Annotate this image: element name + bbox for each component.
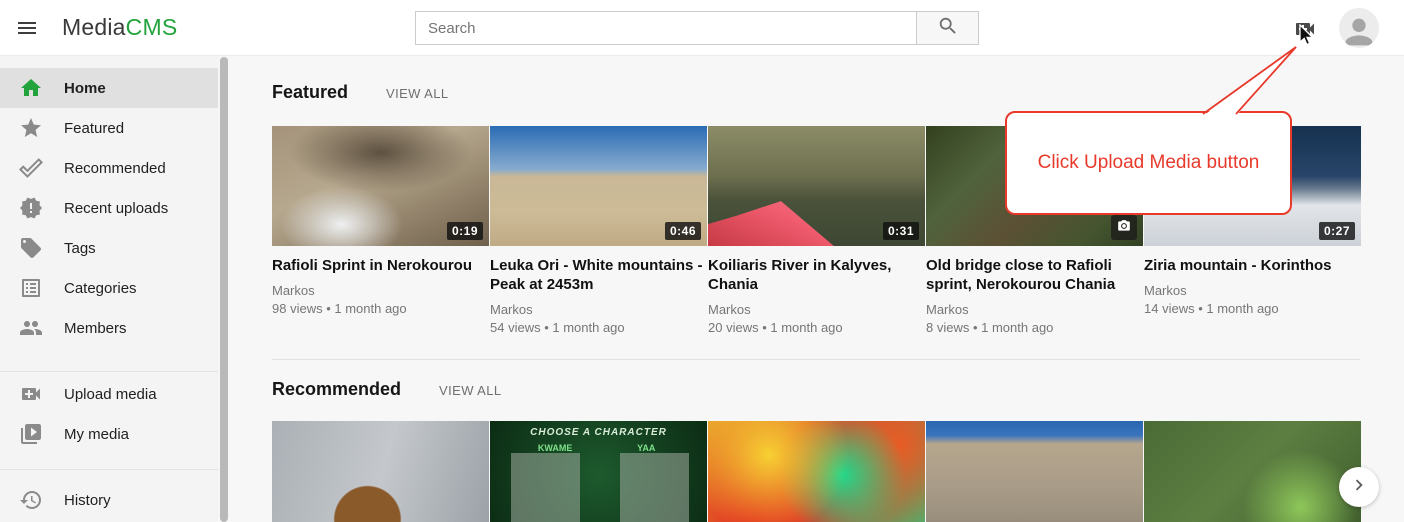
video-author[interactable]: Markos xyxy=(272,283,489,298)
video-card[interactable] xyxy=(926,421,1143,522)
app-logo[interactable]: MediaCMS xyxy=(62,14,177,41)
recommended-row: CHOOSE A CHARACTER KWAME YAA Selected Se… xyxy=(272,421,1360,522)
sidebar-divider xyxy=(0,371,218,372)
sidebar-item-tags[interactable]: Tags xyxy=(0,228,218,268)
tooltip-text: Click Upload Media button xyxy=(1038,152,1260,174)
sidebar-divider xyxy=(0,469,218,470)
duration-badge: 0:46 xyxy=(665,222,701,240)
section-title: Featured xyxy=(272,82,348,103)
sidebar-item-label: My media xyxy=(64,426,129,443)
photo-camera-icon xyxy=(1111,215,1137,240)
sidebar-item-label: Recommended xyxy=(64,160,166,177)
video-title[interactable]: Ziria mountain - Korinthos xyxy=(1144,256,1361,275)
video-thumbnail[interactable] xyxy=(272,421,489,522)
video-author[interactable]: Markos xyxy=(490,302,707,317)
people-icon xyxy=(19,316,43,340)
thumbnail-text: KWAME xyxy=(520,443,589,453)
video-card[interactable]: CHOOSE A CHARACTER KWAME YAA Selected Se… xyxy=(490,421,707,522)
video-meta: 98 views • 1 month ago xyxy=(272,301,489,316)
duration-badge: 0:31 xyxy=(883,222,919,240)
video-card[interactable]: 0:46 Leuka Ori - White mountains - Peak … xyxy=(490,126,707,335)
sidebar-item-featured[interactable]: Featured xyxy=(0,108,218,148)
video-thumbnail[interactable]: 0:46 xyxy=(490,126,707,246)
duration-badge: 0:27 xyxy=(1319,222,1355,240)
person-icon xyxy=(1339,12,1379,48)
sidebar-item-categories[interactable]: Categories xyxy=(0,268,218,308)
sidebar-item-members[interactable]: Members xyxy=(0,308,218,348)
search-button[interactable] xyxy=(916,11,979,45)
video-card[interactable] xyxy=(708,421,925,522)
search-bar xyxy=(415,11,979,45)
sidebar-item-recent-uploads[interactable]: Recent uploads xyxy=(0,188,218,228)
video-meta: 14 views • 1 month ago xyxy=(1144,301,1361,316)
carousel-next-button[interactable] xyxy=(1339,467,1379,507)
sidebar-item-label: Featured xyxy=(64,120,124,137)
sidebar-item-label: Recent uploads xyxy=(64,200,168,217)
video-card[interactable]: 0:31 Koiliaris River in Kalyves, Chania … xyxy=(708,126,925,335)
star-icon xyxy=(19,116,43,140)
video-title[interactable]: Leuka Ori - White mountains - Peak at 24… xyxy=(490,256,707,294)
sidebar-item-label: Home xyxy=(64,80,106,97)
video-thumbnail[interactable]: 0:19 xyxy=(272,126,489,246)
video-title[interactable]: Koiliaris River in Kalyves, Chania xyxy=(708,256,925,294)
chevron-right-icon xyxy=(1348,474,1370,501)
logo-media: Media xyxy=(62,14,126,40)
thumbnail-text: YAA xyxy=(612,443,681,453)
check-icon xyxy=(19,156,43,180)
new-releases-icon xyxy=(19,196,43,220)
video-meta: 54 views • 1 month ago xyxy=(490,320,707,335)
sidebar-item-label: History xyxy=(64,492,111,509)
sidebar-item-home[interactable]: Home xyxy=(0,68,218,108)
list-icon xyxy=(19,276,43,300)
search-icon xyxy=(937,15,959,42)
video-meta: 8 views • 1 month ago xyxy=(926,320,1143,335)
user-avatar[interactable] xyxy=(1339,8,1379,48)
history-icon xyxy=(19,488,43,512)
sidebar-item-upload-media[interactable]: Upload media xyxy=(0,374,218,414)
video-thumbnail[interactable]: 0:31 xyxy=(708,126,925,246)
search-input[interactable] xyxy=(415,11,917,45)
video-author[interactable]: Markos xyxy=(708,302,925,317)
video-card[interactable]: 0:19 Rafioli Sprint in Nerokourou Markos… xyxy=(272,126,489,335)
upload-media-icon[interactable] xyxy=(1293,17,1317,41)
view-all-link[interactable]: VIEW ALL xyxy=(439,383,501,398)
video-thumbnail[interactable]: CHOOSE A CHARACTER KWAME YAA Selected Se… xyxy=(490,421,707,522)
view-all-link[interactable]: VIEW ALL xyxy=(386,86,448,101)
sidebar-item-label: Members xyxy=(64,320,127,337)
section-title: Recommended xyxy=(272,379,401,400)
sidebar-item-recommended[interactable]: Recommended xyxy=(0,148,218,188)
video-thumbnail[interactable] xyxy=(926,421,1143,522)
top-bar: MediaCMS xyxy=(0,0,1404,56)
sidebar-item-my-media[interactable]: My media xyxy=(0,414,218,454)
recommended-section: Recommended VIEW ALL CHOOSE A CHARACTER … xyxy=(230,379,1404,522)
logo-cms: CMS xyxy=(126,14,178,40)
video-author[interactable]: Markos xyxy=(926,302,1143,317)
hamburger-menu-icon[interactable] xyxy=(15,16,39,40)
video-library-icon xyxy=(19,422,43,446)
thumbnail-text: CHOOSE A CHARACTER xyxy=(490,427,707,438)
sidebar-item-label: Tags xyxy=(64,240,96,257)
sidebar-item-label: Categories xyxy=(64,280,137,297)
video-thumbnail[interactable] xyxy=(1144,421,1361,522)
duration-badge: 0:19 xyxy=(447,222,483,240)
video-author[interactable]: Markos xyxy=(1144,283,1361,298)
section-divider xyxy=(272,359,1360,360)
instruction-tooltip: Click Upload Media button xyxy=(1005,111,1292,215)
video-meta: 20 views • 1 month ago xyxy=(708,320,925,335)
video-thumbnail[interactable] xyxy=(708,421,925,522)
sidebar-scrollbar[interactable] xyxy=(220,57,228,522)
sidebar-item-history[interactable]: History xyxy=(0,480,218,520)
video-title[interactable]: Rafioli Sprint in Nerokourou xyxy=(272,256,489,275)
sidebar: Home Featured Recommended Recent uploads… xyxy=(0,57,218,522)
video-card[interactable] xyxy=(272,421,489,522)
video-card[interactable] xyxy=(1144,421,1361,522)
home-icon xyxy=(19,76,43,100)
sidebar-item-label: Upload media xyxy=(64,386,157,403)
video-call-icon xyxy=(19,382,43,406)
video-title[interactable]: Old bridge close to Rafioli sprint, Nero… xyxy=(926,256,1143,294)
tag-icon xyxy=(19,236,43,260)
